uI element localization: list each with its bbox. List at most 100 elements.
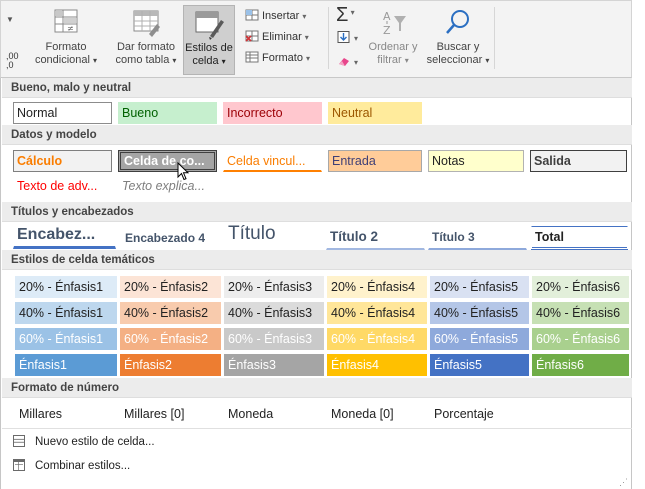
style-millares[interactable]: Millares: [15, 403, 115, 425]
style-texto-explicativo[interactable]: Texto explica...: [118, 175, 217, 197]
section-header-data-model: Datos y modelo: [2, 125, 632, 145]
conditional-format-icon: ≠: [54, 9, 78, 33]
style-20-enfasis3[interactable]: 20% - Énfasis3: [224, 276, 324, 298]
new-cell-style-label: Nuevo estilo de celda...: [35, 436, 155, 448]
insert-button[interactable]: Insertar ▾: [245, 7, 306, 25]
cell-styles-label-2: celda: [192, 55, 219, 67]
style-titulo-3[interactable]: Título 3: [428, 226, 527, 250]
style-20-enfasis5[interactable]: 20% - Énfasis5: [430, 276, 529, 298]
format-table-label-1: Dar formato: [116, 41, 176, 53]
style-40-enfasis1[interactable]: 40% - Énfasis1: [15, 302, 117, 324]
sort-filter-button[interactable]: A Z Ordenar y filtrar ▾: [365, 5, 421, 75]
style-enfasis4[interactable]: Énfasis4: [327, 354, 427, 376]
style-bueno[interactable]: Bueno: [118, 102, 217, 124]
format-cells-icon: [245, 51, 259, 63]
style-calculo[interactable]: Cálculo: [13, 150, 112, 172]
insert-label: Insertar: [262, 10, 300, 22]
style-total[interactable]: Total: [531, 226, 628, 250]
clear-button[interactable]: ▾: [337, 53, 358, 71]
section-header-number-format: Formato de número: [2, 378, 632, 398]
style-60-enfasis6[interactable]: 60% - Énfasis6: [532, 328, 629, 350]
style-20-enfasis2[interactable]: 20% - Énfasis2: [120, 276, 221, 298]
conditional-format-label-2: condicional: [34, 54, 90, 66]
delete-label: Eliminar: [262, 31, 302, 43]
cell-styles-label-1: Estilos de: [185, 42, 233, 54]
merge-styles-label: Combinar estilos...: [35, 460, 131, 472]
fill-button[interactable]: ▾: [337, 29, 358, 47]
fill-down-icon: [337, 31, 350, 43]
mouse-cursor-icon: [177, 162, 190, 181]
format-label: Formato: [262, 52, 303, 64]
merge-styles-menu-item[interactable]: Combinar estilos...: [13, 456, 130, 476]
style-enfasis6[interactable]: Énfasis6: [532, 354, 629, 376]
style-40-enfasis2[interactable]: 40% - Énfasis2: [120, 302, 221, 324]
style-enfasis1[interactable]: Énfasis1: [15, 354, 117, 376]
style-60-enfasis3[interactable]: 60% - Énfasis3: [224, 328, 324, 350]
style-titulo[interactable]: Título: [224, 221, 323, 247]
style-moneda[interactable]: Moneda: [224, 403, 324, 425]
style-40-enfasis5[interactable]: 40% - Énfasis5: [430, 302, 529, 324]
resize-grip-icon[interactable]: ⋰: [619, 478, 628, 487]
style-40-enfasis4[interactable]: 40% - Énfasis4: [327, 302, 427, 324]
style-celda-vinculada[interactable]: Celda vincul...: [223, 150, 322, 172]
delete-button[interactable]: Eliminar ▾: [245, 28, 309, 46]
style-encabezado-1[interactable]: Encabez...: [13, 223, 116, 249]
find-select-button[interactable]: Buscar y seleccionar ▾: [423, 5, 493, 75]
insert-cells-icon: [245, 9, 259, 21]
style-porcentaje[interactable]: Porcentaje: [430, 403, 529, 425]
style-moneda-0[interactable]: Moneda [0]: [327, 403, 427, 425]
style-enfasis3[interactable]: Énfasis3: [224, 354, 324, 376]
style-encabezado-4[interactable]: Encabezado 4: [121, 227, 220, 249]
style-60-enfasis4[interactable]: 60% - Énfasis4: [327, 328, 427, 350]
style-40-enfasis3[interactable]: 40% - Énfasis3: [224, 302, 324, 324]
section-header-themed: Estilos de celda temáticos: [2, 250, 632, 270]
sort-label-2: filtrar: [377, 54, 402, 66]
style-incorrecto[interactable]: Incorrecto: [223, 102, 322, 124]
style-60-enfasis1[interactable]: 60% - Énfasis1: [15, 328, 117, 350]
sort-filter-icon: A Z: [383, 10, 406, 37]
cell-styles-button[interactable]: Estilos de celda ▾: [183, 5, 235, 75]
magnifier-icon: [446, 10, 469, 34]
style-notas[interactable]: Notas: [428, 150, 524, 172]
style-enfasis2[interactable]: Énfasis2: [120, 354, 221, 376]
style-celda-comprobacion[interactable]: Celda de co...: [118, 150, 217, 172]
section-header-good-bad: Bueno, malo y neutral: [2, 78, 632, 98]
cell-styles-gallery: Bueno, malo y neutral Normal Bueno Incor…: [0, 78, 632, 489]
format-as-table-button[interactable]: Dar formato como tabla ▾: [111, 5, 181, 75]
dropdown-arrow-icon[interactable]: ▼: [6, 15, 14, 24]
number-format-controls: ▼ ,00,0: [3, 7, 29, 70]
new-cell-style-menu-item[interactable]: Nuevo estilo de celda...: [13, 432, 155, 452]
format-button[interactable]: Formato ▾: [245, 49, 310, 67]
style-40-enfasis6[interactable]: 40% - Énfasis6: [532, 302, 629, 324]
ribbon-separator: [494, 7, 495, 69]
style-20-enfasis6[interactable]: 20% - Énfasis6: [532, 276, 629, 298]
style-neutral[interactable]: Neutral: [328, 102, 422, 124]
autosum-button[interactable]: Σ ▾: [336, 3, 355, 25]
conditional-format-button[interactable]: ≠ Formato condicional ▾: [33, 5, 99, 75]
style-60-enfasis5[interactable]: 60% - Énfasis5: [430, 328, 529, 350]
style-60-enfasis2[interactable]: 60% - Énfasis2: [120, 328, 221, 350]
autosum-icon: Σ: [336, 4, 349, 26]
style-texto-advertencia[interactable]: Texto de adv...: [13, 175, 117, 197]
style-enfasis5[interactable]: Énfasis5: [430, 354, 529, 376]
style-20-enfasis4[interactable]: 20% - Énfasis4: [327, 276, 427, 298]
footer-divider: [2, 428, 632, 429]
merge-styles-icon: [13, 459, 25, 471]
find-label-1: Buscar y: [436, 41, 480, 53]
style-entrada[interactable]: Entrada: [328, 150, 422, 172]
conditional-format-label-1: Formato: [45, 41, 87, 53]
style-titulo-2[interactable]: Título 2: [326, 226, 425, 250]
style-millares-0[interactable]: Millares [0]: [120, 403, 221, 425]
sort-label-1: Ordenar y: [368, 41, 418, 53]
format-as-table-icon: [133, 10, 160, 37]
style-salida[interactable]: Salida: [530, 150, 627, 172]
svg-text:≠: ≠: [67, 24, 74, 33]
decrease-decimal-icon[interactable]: ,00,0: [6, 52, 19, 70]
new-style-icon: [13, 435, 25, 447]
find-label-2: seleccionar: [426, 54, 483, 66]
delete-cells-icon: [245, 30, 259, 42]
svg-text:Z: Z: [383, 24, 391, 37]
style-20-enfasis1[interactable]: 20% - Énfasis1: [15, 276, 117, 298]
ribbon-estilos-group: ▼ ,00,0 ≠ Formato condicional ▾ Dar form…: [0, 0, 632, 78]
style-normal[interactable]: Normal: [13, 102, 112, 124]
